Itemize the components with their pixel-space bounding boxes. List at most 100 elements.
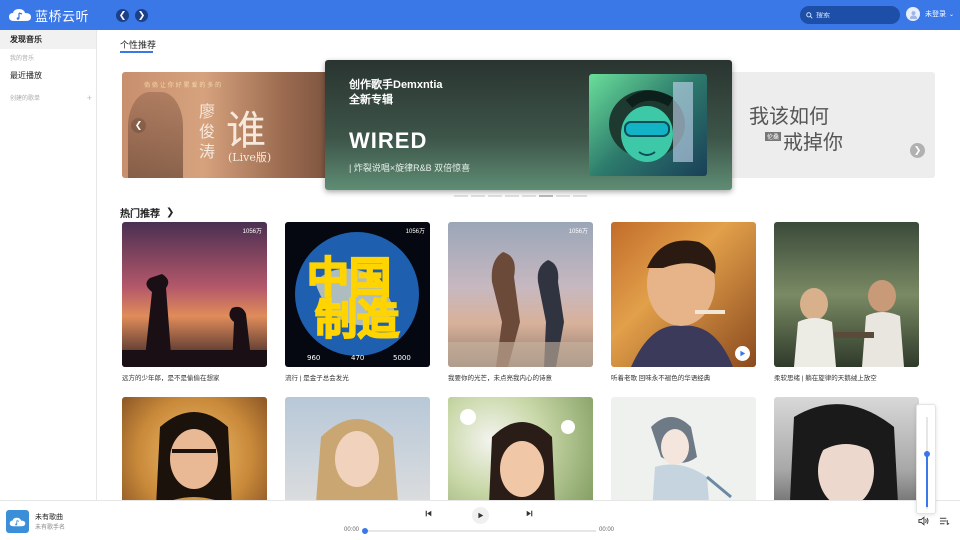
chevron-left-icon: ❮ — [118, 9, 127, 20]
carousel-dot[interactable] — [471, 195, 485, 197]
playlist-cover[interactable] — [611, 397, 756, 500]
banner-right-tag: 伦桑 — [765, 132, 782, 141]
playlist-cover[interactable]: 1056万 — [122, 222, 267, 367]
section-title-hot[interactable]: 热门推荐 ❯ — [120, 205, 174, 220]
playlist-queue-button[interactable] — [939, 516, 950, 528]
volume-icon — [918, 516, 929, 526]
playlist-title[interactable]: 我要你的光芒，未点亮我内心的诗意 — [448, 372, 593, 382]
now-playing-cover[interactable] — [6, 510, 29, 533]
playlist-card[interactable] — [285, 397, 430, 500]
scene-image — [794, 280, 904, 367]
carousel-next-button[interactable]: ❯ — [910, 143, 925, 158]
playlist-card[interactable]: 听着老歌 回味永不褪色的华语经典 — [611, 222, 756, 382]
chevron-down-icon: ⌄ — [949, 11, 955, 18]
play-pause-button[interactable] — [472, 507, 489, 524]
playlist-cover[interactable] — [611, 222, 756, 367]
playlist-cover[interactable] — [122, 397, 267, 500]
sidebar-item-recent[interactable]: 最近播放 — [0, 66, 96, 85]
current-time: 00:00 — [344, 527, 360, 533]
app-logo[interactable]: 蓝桥云听 — [8, 6, 116, 25]
playlist-cover[interactable] — [285, 397, 430, 500]
sidebar-group-created-playlists: 创建的歌单 + — [0, 89, 96, 106]
search-input[interactable] — [816, 11, 894, 19]
playlist-card[interactable] — [122, 397, 267, 500]
banner-album-art — [589, 74, 707, 176]
carousel-dot[interactable] — [539, 195, 553, 197]
add-playlist-icon[interactable]: + — [87, 93, 92, 103]
play-icon — [740, 350, 746, 357]
search-box[interactable] — [800, 6, 900, 24]
skip-previous-icon — [425, 510, 432, 517]
playlist-cover[interactable]: 中国 制造 960 470 5000 1056万 — [285, 222, 430, 367]
volume-button[interactable] — [918, 516, 929, 528]
total-time: 00:00 — [599, 527, 615, 533]
banner-album-name: WIRED — [349, 128, 428, 153]
banner-title: 创作歌手Demxntia — [349, 79, 443, 91]
previous-button[interactable] — [425, 510, 432, 517]
sidebar-group-my-music: 我的音乐 — [0, 49, 96, 66]
banner-right-line2: 戒掉你 — [783, 130, 843, 154]
playlist-title[interactable]: 远方的少年郎，是不是偷偷在想家 — [122, 372, 267, 382]
forward-button[interactable]: ❯ — [135, 8, 148, 22]
portrait-image — [156, 412, 232, 500]
playlist-title[interactable]: 流行 | 是金子总会发光 — [285, 372, 430, 382]
playlist-card[interactable]: 1056万 远方的少年郎，是不是偷偷在想家 — [122, 222, 267, 382]
banner-center[interactable]: 创作歌手Demxntia 全新专辑 WIRED | 炸裂说唱×旋律R&B 双倍惊… — [325, 60, 732, 190]
globe-image: 中国 制造 960 470 5000 — [295, 232, 419, 362]
couple-image — [448, 252, 593, 367]
carousel-prev-button[interactable]: ❮ — [131, 118, 146, 133]
cover-art-line2: 制造 — [315, 295, 399, 344]
sidebar: 发现音乐 我的音乐 最近播放 创建的歌单 + — [0, 30, 97, 500]
silhouette-image — [122, 274, 267, 367]
playlist-card[interactable]: 1056万 我要你的光芒，未点亮我内心的诗意 — [448, 222, 593, 382]
sidebar-item-label: 最近播放 — [10, 71, 42, 80]
search-icon — [806, 11, 813, 19]
playlist-card[interactable] — [611, 397, 756, 500]
carousel-dot[interactable] — [505, 195, 519, 197]
carousel-dot[interactable] — [488, 195, 502, 197]
tab-underline — [120, 51, 153, 53]
banner-left[interactable]: 倘 倘 让 你 好 累 爱 的 多 的 廖 俊 涛 谁 (Live版) — [122, 72, 354, 178]
portrait-image — [316, 419, 398, 500]
section-title-label: 热门推荐 — [120, 209, 160, 220]
sidebar-group-label: 创建的歌单 — [10, 96, 41, 102]
playlist-card[interactable]: 中国 制造 960 470 5000 1056万 流行 | 是金子总会发光 — [285, 222, 430, 382]
play-count: 1056万 — [405, 229, 425, 235]
banner-left-figure — [128, 92, 183, 178]
volume-handle[interactable] — [924, 451, 930, 457]
next-button[interactable] — [526, 510, 533, 517]
carousel-dot[interactable] — [522, 195, 536, 197]
play-playlist-button[interactable] — [735, 346, 750, 361]
playlist-cover[interactable] — [774, 222, 919, 367]
user-menu[interactable]: 未登录 ⌄ — [906, 7, 954, 21]
carousel-indicator — [454, 195, 587, 197]
carousel-dot[interactable] — [454, 195, 468, 197]
carousel-dot[interactable] — [556, 195, 570, 197]
progress-bar[interactable] — [362, 528, 596, 534]
playlist-card[interactable]: 柔软思绪 | 躺在旋律的天鹅绒上放空 — [774, 222, 919, 382]
album-art-character — [609, 82, 693, 162]
sidebar-item-discover[interactable]: 发现音乐 — [0, 30, 96, 49]
progress-handle[interactable] — [362, 528, 368, 534]
carousel-dot[interactable] — [573, 195, 587, 197]
tab-recommend[interactable]: 个性推荐 — [120, 38, 156, 51]
playlist-cover[interactable] — [448, 397, 593, 500]
playlist-title[interactable]: 柔软思绪 | 躺在旋律的天鹅绒上放空 — [774, 372, 919, 382]
playlist-cover[interactable]: 1056万 — [448, 222, 593, 367]
now-playing-title: 未有歌曲 — [35, 514, 63, 521]
banner-right[interactable]: 我该如何 戒掉你 伦桑 — [723, 72, 935, 178]
user-icon — [909, 10, 917, 19]
volume-slider-panel[interactable] — [916, 404, 936, 514]
chevron-right-icon: ❯ — [137, 9, 146, 20]
playlist-title[interactable]: 听着老歌 回味永不褪色的华语经典 — [611, 372, 756, 382]
queue-list-icon — [939, 517, 950, 526]
skip-next-icon — [526, 510, 533, 517]
playlist-card[interactable] — [774, 397, 919, 500]
playlist-card[interactable] — [448, 397, 593, 500]
avatar[interactable] — [906, 7, 920, 21]
chevron-right-icon: ❯ — [166, 207, 175, 218]
playlist-cover[interactable] — [774, 397, 919, 500]
portrait-image — [790, 404, 898, 500]
back-button[interactable]: ❮ — [116, 8, 129, 22]
login-label[interactable]: 未登录 — [925, 9, 946, 19]
